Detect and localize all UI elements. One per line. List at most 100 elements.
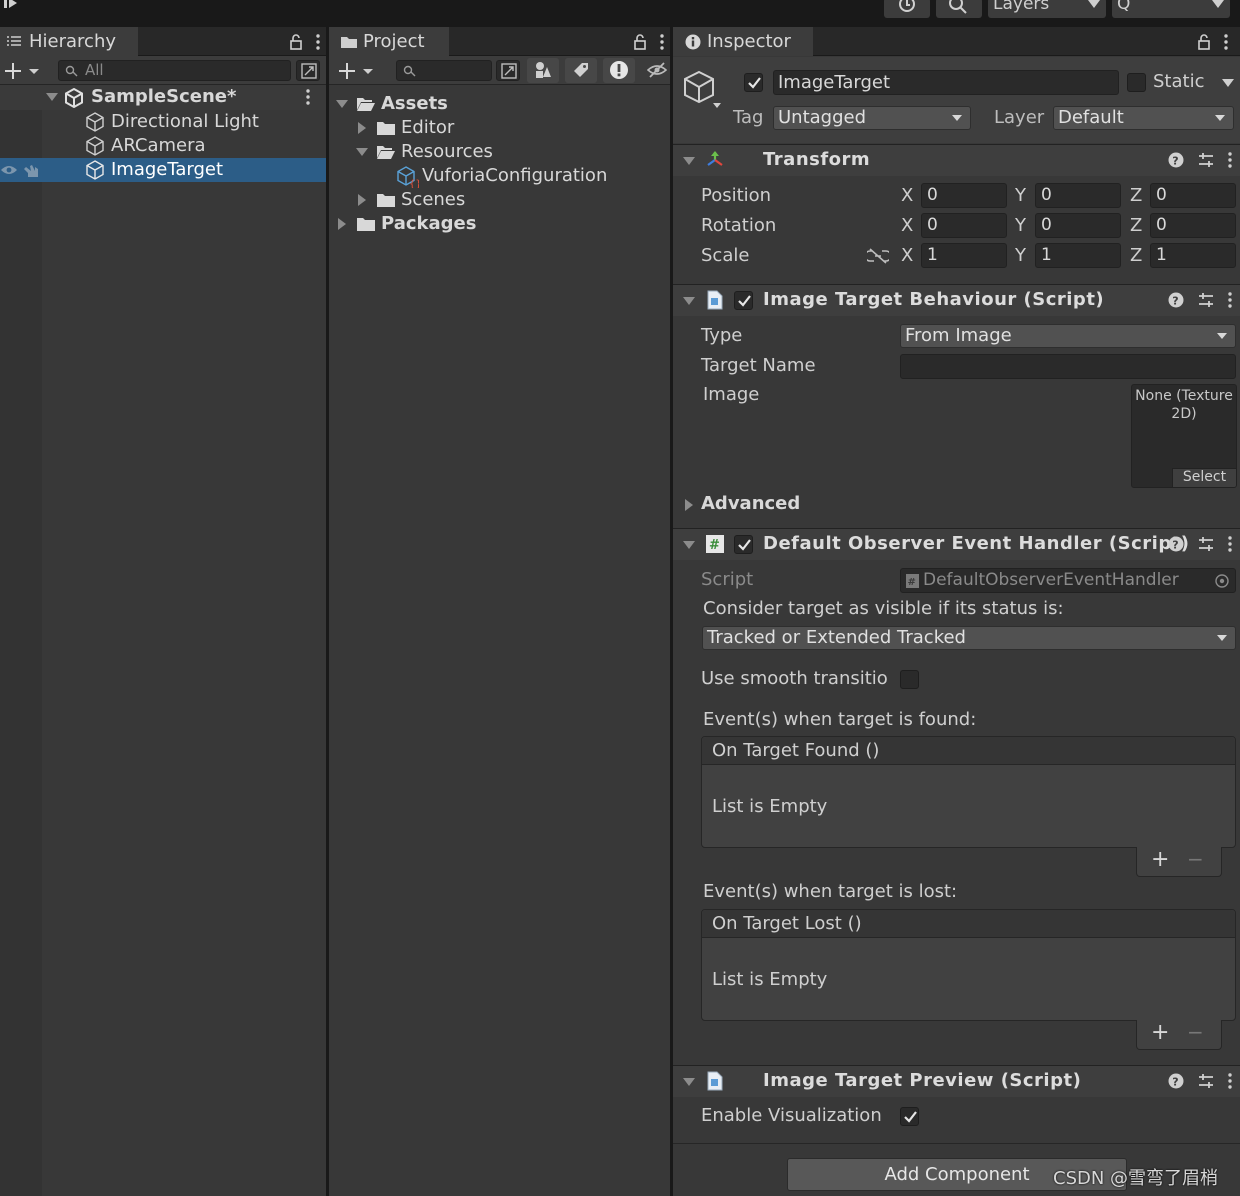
kebab-menu-icon[interactable] <box>316 33 320 50</box>
presets-icon[interactable] <box>1198 1073 1214 1089</box>
scale-x-field[interactable]: 1 <box>921 243 1007 268</box>
component-tools: ? <box>1168 292 1232 308</box>
foldout-triangle-icon[interactable] <box>683 297 695 305</box>
search-mode-button[interactable] <box>496 60 520 81</box>
foldout-triangle-icon[interactable] <box>683 1078 695 1086</box>
rotation-z-field[interactable]: 0 <box>1150 213 1236 238</box>
observer-handler-header[interactable]: # Default Observer Event Handler (Script… <box>673 528 1240 560</box>
search-input[interactable]: All <box>58 60 291 81</box>
lock-icon[interactable] <box>1198 33 1210 50</box>
add-icon[interactable] <box>4 62 42 80</box>
enable-visualization-checkbox[interactable] <box>900 1107 919 1126</box>
visible-status-dropdown[interactable]: Tracked or Extended Tracked <box>702 626 1236 650</box>
add-icon[interactable]: + <box>1151 847 1169 872</box>
rotation-y-field[interactable]: 0 <box>1035 213 1121 238</box>
object-name-field[interactable]: ImageTarget <box>773 70 1119 95</box>
remove-icon[interactable]: − <box>1187 847 1204 871</box>
expand-triangle-icon[interactable] <box>336 100 348 108</box>
enabled-checkbox[interactable] <box>734 535 753 554</box>
add-icon[interactable] <box>338 62 376 80</box>
hierarchy-item-imagetarget[interactable]: ImageTarget <box>0 158 326 182</box>
position-z-field[interactable]: 0 <box>1150 183 1236 208</box>
tab-hierarchy[interactable]: Hierarchy <box>0 27 138 56</box>
object-picker-icon[interactable] <box>1215 574 1229 588</box>
kebab-menu-icon[interactable] <box>1224 33 1228 50</box>
pickable-hand-icon[interactable] <box>22 162 40 178</box>
filter-type-button[interactable] <box>527 58 559 83</box>
kebab-menu-icon[interactable] <box>660 33 664 50</box>
tree-item-scenes[interactable]: Scenes <box>329 188 670 212</box>
active-checkbox[interactable] <box>744 73 763 92</box>
advanced-foldout[interactable]: Advanced <box>673 492 973 518</box>
presets-icon[interactable] <box>1198 292 1214 308</box>
expand-triangle-icon[interactable] <box>356 148 368 156</box>
static-checkbox[interactable] <box>1127 73 1146 92</box>
help-icon[interactable]: ? <box>1168 292 1184 308</box>
rotation-x-field[interactable]: 0 <box>921 213 1007 238</box>
layout-dropdown[interactable]: Q <box>1112 0 1230 18</box>
remove-icon[interactable]: − <box>1187 1020 1204 1044</box>
collapse-triangle-icon[interactable] <box>338 218 346 230</box>
log-filter-button[interactable] <box>603 58 635 83</box>
lock-icon[interactable] <box>634 33 646 50</box>
select-button[interactable]: Select <box>1172 468 1236 487</box>
image-object-field[interactable]: None (Texture 2D) Select <box>1131 384 1237 488</box>
filter-label-button[interactable] <box>565 58 597 83</box>
collapse-triangle-icon[interactable] <box>358 194 366 206</box>
kebab-menu-icon[interactable] <box>306 89 310 105</box>
history-button[interactable] <box>884 0 930 18</box>
search-input[interactable] <box>396 60 492 81</box>
search-button[interactable] <box>936 0 982 18</box>
add-icon[interactable]: + <box>1151 1020 1169 1045</box>
type-dropdown[interactable]: From Image <box>900 324 1236 348</box>
tree-item-editor[interactable]: Editor <box>329 116 670 140</box>
script-value: DefaultObserverEventHandler <box>923 570 1179 590</box>
enabled-checkbox[interactable] <box>734 291 753 310</box>
image-target-preview-header[interactable]: Image Target Preview (Script) ? <box>673 1065 1240 1097</box>
tab-project[interactable]: Project <box>329 27 449 56</box>
scene-visibility-button[interactable] <box>296 60 320 81</box>
lock-icon[interactable] <box>290 33 302 50</box>
position-y-field[interactable]: 0 <box>1035 183 1121 208</box>
image-target-behaviour-header[interactable]: Image Target Behaviour (Script) ? <box>673 284 1240 316</box>
help-icon[interactable]: ? <box>1168 1073 1184 1089</box>
csharp-script-icon: # <box>906 574 919 588</box>
presets-icon[interactable] <box>1198 536 1214 552</box>
tree-item-assets[interactable]: Assets <box>329 92 670 116</box>
chevron-down-icon[interactable] <box>1222 79 1234 87</box>
position-x-field[interactable]: 0 <box>921 183 1007 208</box>
unity-scene-icon <box>64 88 84 108</box>
scale-z-field[interactable]: 1 <box>1150 243 1236 268</box>
kebab-menu-icon[interactable] <box>1228 536 1232 552</box>
hierarchy-item-arcamera[interactable]: ARCamera <box>42 134 326 158</box>
history-icon <box>898 0 916 14</box>
hidden-packages-button[interactable] <box>643 58 671 83</box>
unlink-icon[interactable] <box>867 248 889 264</box>
scale-y-field[interactable]: 1 <box>1035 243 1121 268</box>
smooth-transition-checkbox[interactable] <box>900 670 919 689</box>
kebab-menu-icon[interactable] <box>1228 1073 1232 1089</box>
eye-icon[interactable] <box>0 164 18 176</box>
tag-dropdown[interactable]: Untagged <box>773 106 971 130</box>
transform-header[interactable]: Transform ? <box>673 144 1240 176</box>
kebab-menu-icon[interactable] <box>1228 152 1232 168</box>
hierarchy-item-directional-light[interactable]: Directional Light <box>42 110 326 134</box>
expand-triangle-icon[interactable] <box>46 93 58 101</box>
step-icon[interactable] <box>3 0 21 11</box>
layers-dropdown[interactable]: Layers <box>988 0 1106 18</box>
tree-item-vuforia-configuration[interactable]: {} VuforiaConfiguration <box>329 164 670 188</box>
foldout-triangle-icon[interactable] <box>683 541 695 549</box>
checkmark-icon <box>738 538 751 551</box>
tree-item-resources[interactable]: Resources <box>329 140 670 164</box>
foldout-triangle-icon[interactable] <box>683 157 695 165</box>
presets-icon[interactable] <box>1198 152 1214 168</box>
help-icon[interactable]: ? <box>1168 152 1184 168</box>
layer-dropdown[interactable]: Default <box>1053 106 1234 130</box>
kebab-menu-icon[interactable] <box>1228 292 1232 308</box>
help-icon[interactable]: ? <box>1168 536 1184 552</box>
scene-row[interactable]: SampleScene* <box>0 85 326 110</box>
tab-inspector[interactable]: Inspector <box>673 27 813 56</box>
collapse-triangle-icon[interactable] <box>358 122 366 134</box>
tree-item-packages[interactable]: Packages <box>329 212 670 236</box>
target-name-field[interactable] <box>900 354 1236 379</box>
